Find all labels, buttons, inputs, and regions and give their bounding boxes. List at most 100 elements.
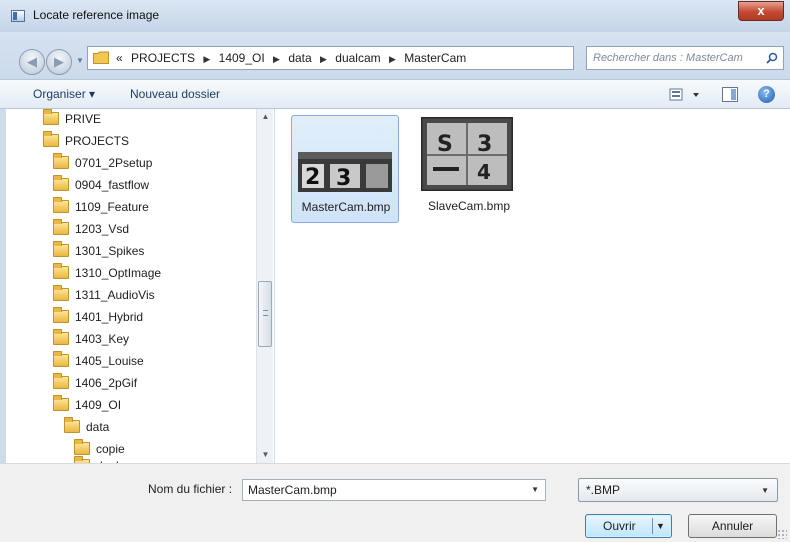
address-bar[interactable]: « PROJECTS ▶ 1409_OI ▶ data ▶ dualcam ▶ … <box>87 46 663 70</box>
tree-item-label: data <box>86 420 110 434</box>
folder-icon <box>43 109 59 125</box>
scroll-up-icon[interactable]: ▲ <box>257 109 274 125</box>
open-button[interactable]: Ouvrir ▼ <box>585 514 672 538</box>
breadcrumb-overflow[interactable]: « <box>116 51 123 65</box>
forward-button[interactable]: ▶ <box>46 49 72 75</box>
window-title: Locate reference image <box>33 8 160 22</box>
tree-item-1203-vsd[interactable]: 1203_Vsd <box>53 219 129 239</box>
svg-text:2: 2 <box>305 165 320 190</box>
view-options-icon[interactable] <box>669 87 703 103</box>
window-icon <box>11 10 25 22</box>
preview-pane-icon[interactable] <box>722 87 738 102</box>
breadcrumb-separator-icon[interactable]: ▶ <box>273 54 280 64</box>
mastercam-thumbnail: 2 3 <box>298 152 392 192</box>
breadcrumb-1409-oi[interactable]: 1409_OI <box>219 51 265 65</box>
tree-item-1405-louise[interactable]: 1405_Louise <box>53 351 144 371</box>
tree-item-0701-2psetup[interactable]: 0701_2Psetup <box>53 153 152 173</box>
tree-scrollbar[interactable]: ▲ ▼ <box>256 109 273 463</box>
tree-item-label: 1403_Key <box>75 332 130 346</box>
breadcrumb-projects[interactable]: PROJECTS <box>131 51 195 65</box>
tree-item-1406-2pgif[interactable]: 1406_2pGif <box>53 373 137 393</box>
folder-icon <box>53 307 69 323</box>
file-name-label: MasterCam.bmp <box>301 200 391 214</box>
back-button[interactable]: ◀ <box>19 49 45 75</box>
tree-item-1311-audiovis[interactable]: 1311_AudioVis <box>53 285 155 305</box>
folder-icon <box>53 373 69 389</box>
breadcrumb-mastercam[interactable]: MasterCam <box>404 51 466 65</box>
open-button-label: Ouvrir <box>603 519 636 533</box>
folder-icon <box>53 329 69 345</box>
folder-icon <box>53 219 69 235</box>
folder-icon <box>53 285 69 301</box>
folder-icon <box>74 439 90 455</box>
filename-dropdown-chevron-icon[interactable]: ▼ <box>531 485 539 494</box>
folder-icon <box>53 351 69 367</box>
tree-item-1403-key[interactable]: 1403_Key <box>53 329 129 349</box>
close-button[interactable]: x <box>738 1 784 21</box>
tree-item-label: 0904_fastflow <box>75 178 150 192</box>
tree-item-label: 1405_Louise <box>75 354 144 368</box>
tree-item-label: 1409_OI <box>75 398 122 412</box>
tree-item-0904-fastflow[interactable]: 0904_fastflow <box>53 175 149 195</box>
tree-item-1109-feature[interactable]: 1109_Feature <box>53 197 149 217</box>
resize-grip-icon[interactable] <box>777 529 787 539</box>
search-box[interactable]: Rechercher dans : MasterCam <box>586 46 784 70</box>
tree-item-label: 1406_2pGif <box>75 376 138 390</box>
folder-icon <box>53 241 69 257</box>
file-list-pane[interactable]: 2 3 MasterCam.bmp S 3 4 SlaveCam.bmp <box>275 109 790 463</box>
filetype-select[interactable]: *.BMP ▼ <box>578 478 778 502</box>
svg-text:3: 3 <box>477 132 492 157</box>
cancel-button[interactable]: Annuler <box>688 514 777 538</box>
tree-item-label: 0701_2Psetup <box>75 156 153 170</box>
split-divider <box>652 518 653 534</box>
tree-item-label: PRIVE <box>65 112 102 126</box>
open-options-chevron-down-icon[interactable]: ▼ <box>656 521 665 531</box>
folder-icon <box>43 131 59 147</box>
tree-item-1301-spikes[interactable]: 1301_Spikes <box>53 241 144 261</box>
tree-item-data[interactable]: data <box>64 417 109 437</box>
tree-item-label: 1203_Vsd <box>75 222 130 236</box>
breadcrumb-separator-icon[interactable]: ▶ <box>320 54 327 64</box>
new-folder-button[interactable]: Nouveau dossier <box>130 87 220 101</box>
command-toolbar: Organiser ▾ Nouveau dossier ? <box>0 79 790 109</box>
recent-locations-chevron-icon[interactable]: ▼ <box>76 56 84 66</box>
tree-item-label: 1301_Spikes <box>75 244 145 258</box>
grip-icon <box>263 310 268 316</box>
svg-text:S: S <box>437 132 453 157</box>
svg-text:3: 3 <box>336 166 351 191</box>
folder-icon <box>53 153 69 169</box>
svg-text:4: 4 <box>477 160 491 184</box>
title-bar[interactable]: Locate reference image x <box>0 0 790 32</box>
tree-item-1310-optimage[interactable]: 1310_OptImage <box>53 263 161 283</box>
tree-item-1409-oi[interactable]: 1409_OI <box>53 395 121 415</box>
tree-item-label: 1109_Feature <box>75 200 149 214</box>
tree-item-label: 1311_AudioVis <box>75 288 155 302</box>
file-item-mastercam[interactable]: 2 3 MasterCam.bmp <box>291 115 399 223</box>
scroll-down-icon[interactable]: ▼ <box>257 447 274 463</box>
tree-item-prive[interactable]: PRIVE <box>43 109 101 129</box>
organize-menu-button[interactable]: Organiser ▾ <box>33 87 95 101</box>
file-dialog-window: Locate reference image x ◀ ▶ ▼ « PROJECT… <box>0 0 790 542</box>
folder-icon <box>53 175 69 191</box>
tree-item-dualcam[interactable]: dualcam <box>74 456 141 463</box>
breadcrumb-data[interactable]: data <box>288 51 311 65</box>
filename-input[interactable]: MasterCam.bmp ▼ <box>242 479 546 501</box>
help-icon[interactable]: ? <box>758 86 775 103</box>
scrollbar-thumb[interactable] <box>258 281 272 347</box>
breadcrumb-dualcam[interactable]: dualcam <box>335 51 380 65</box>
filename-label: Nom du fichier : <box>148 482 233 496</box>
tree-item-1401-hybrid[interactable]: 1401_Hybrid <box>53 307 143 327</box>
breadcrumb-separator-icon[interactable]: ▶ <box>389 54 396 64</box>
file-item-slavecam[interactable]: S 3 4 SlaveCam.bmp <box>415 115 523 223</box>
folder-icon <box>93 51 109 64</box>
navigation-tree[interactable]: PRIVE PROJECTS 0701_2Psetup 0904_fastflo… <box>6 109 274 463</box>
tree-item-label: copie <box>96 442 125 456</box>
search-icon[interactable] <box>766 52 778 64</box>
folder-icon <box>53 263 69 279</box>
filetype-chevron-down-icon: ▼ <box>761 486 769 495</box>
tree-item-label: 1401_Hybrid <box>75 310 144 324</box>
search-placeholder: Rechercher dans : MasterCam <box>593 52 743 64</box>
tree-item-projects[interactable]: PROJECTS <box>43 131 129 151</box>
file-name-label: SlaveCam.bmp <box>427 199 511 213</box>
breadcrumb-separator-icon[interactable]: ▶ <box>203 54 210 64</box>
